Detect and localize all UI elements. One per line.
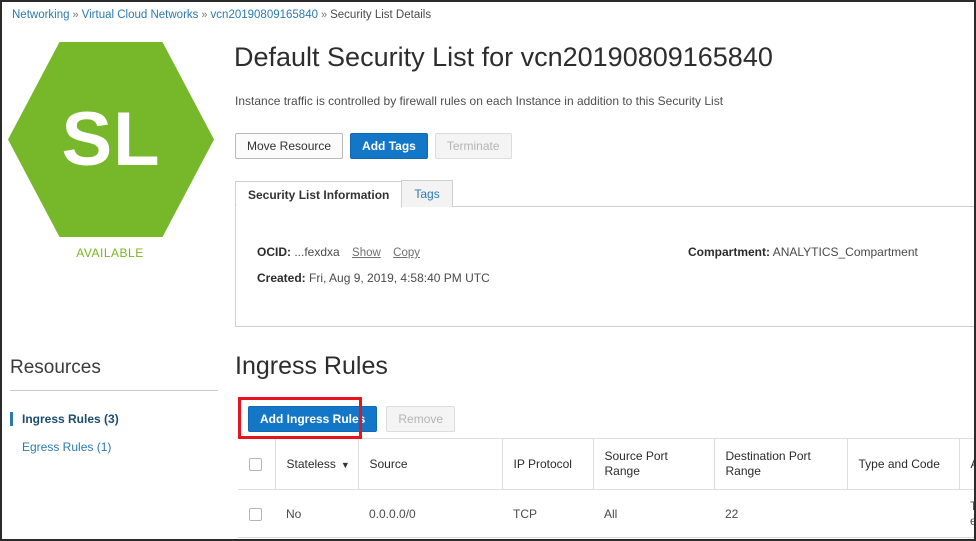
created-row: Created: Fri, Aug 9, 2019, 4:58:40 PM UT… [257,271,490,285]
ingress-rules-toolbar: Add Ingress Rules Remove [248,406,455,432]
table-row: No 0.0.0.0/0 TCP All 22 TC em [238,490,976,538]
select-all-header [238,439,275,490]
status-badge: AVAILABLE [2,246,218,260]
terminate-button: Terminate [435,133,512,159]
oci-console-page: Networking»Virtual Cloud Networks»vcn201… [0,0,976,541]
column-label-line2: Range [726,464,836,479]
remove-rule-button: Remove [386,406,455,432]
breadcrumb-item-vcn[interactable]: vcn20190809165840 [211,9,318,21]
page-subtitle: Instance traffic is controlled by firewa… [235,94,723,108]
cell-destination-port-range: 22 [714,490,847,538]
ingress-rules-heading: Ingress Rules [235,352,388,381]
compartment-value: ANALYTICS_Compartment [773,245,918,259]
security-list-information-card: OCID: ...fexdxa Show Copy Created: Fri, … [235,206,976,327]
cell-type-and-code [847,490,959,538]
created-label: Created: [257,271,306,285]
column-label-line2: Range [605,464,703,479]
card-tab-bar: Security List Information Tags [235,180,453,207]
column-header-ip-protocol: IP Protocol [502,439,593,490]
breadcrumb-item-networking[interactable]: Networking [12,9,70,21]
tab-security-list-information[interactable]: Security List Information [235,181,402,208]
sidebar-item-ingress-rules[interactable]: Ingress Rules (3) [10,412,119,426]
badge-initials: SL [8,42,214,237]
breadcrumb-separator: » [321,9,327,21]
column-label-line1: Source Port [605,449,703,464]
created-value: Fri, Aug 9, 2019, 4:58:40 PM UTC [309,271,490,285]
column-header-destination-port-range: Destination Port Range [714,439,847,490]
select-all-checkbox[interactable] [249,458,262,471]
breadcrumb-separator: » [73,9,79,21]
sidebar-divider [10,390,218,391]
column-label-stateless: Stateless [287,457,336,471]
row-select-cell [238,490,275,538]
table-header-row: Stateless ▼ Source IP Protocol Source Por… [238,439,976,490]
action-button-group: Move Resource Add Tags Terminate [235,133,512,159]
cell-source-port-range: All [593,490,714,538]
breadcrumb: Networking»Virtual Cloud Networks»vcn201… [12,9,431,21]
chevron-down-icon: ▼ [341,460,350,470]
breadcrumb-item-current: Security List Details [330,9,431,21]
ocid-show-link[interactable]: Show [352,247,381,259]
resource-badge: SL [8,42,214,237]
column-header-type-and-code: Type and Code [847,439,959,490]
tab-tags[interactable]: Tags [401,180,452,207]
cell-ip-protocol: TCP [502,490,593,538]
compartment-label: Compartment: [688,245,770,259]
column-header-source: Source [358,439,502,490]
compartment-row: Compartment: ANALYTICS_Compartment [688,245,918,259]
ingress-rules-table: Stateless ▼ Source IP Protocol Source Por… [238,438,976,538]
move-resource-button[interactable]: Move Resource [235,133,343,159]
cell-source: 0.0.0.0/0 [358,490,502,538]
column-label-line1: Destination Port [726,449,836,464]
column-header-allows: Al [959,439,976,490]
ocid-row: OCID: ...fexdxa Show Copy [257,245,420,259]
column-header-source-port-range: Source Port Range [593,439,714,490]
resources-heading: Resources [10,357,101,379]
sidebar-item-egress-rules[interactable]: Egress Rules (1) [10,440,111,454]
ocid-value: ...fexdxa [294,245,339,259]
row-checkbox[interactable] [249,508,262,521]
column-header-stateless[interactable]: Stateless ▼ [275,439,358,490]
cell-stateless: No [275,490,358,538]
add-ingress-rules-button[interactable]: Add Ingress Rules [248,406,377,432]
page-title: Default Security List for vcn20190809165… [234,42,773,73]
cell-allows: TC em [959,490,976,538]
add-tags-button[interactable]: Add Tags [350,133,428,159]
breadcrumb-item-virtual-cloud-networks[interactable]: Virtual Cloud Networks [82,9,199,21]
breadcrumb-separator: » [201,9,207,21]
ocid-copy-link[interactable]: Copy [393,247,420,259]
ocid-label: OCID: [257,245,291,259]
